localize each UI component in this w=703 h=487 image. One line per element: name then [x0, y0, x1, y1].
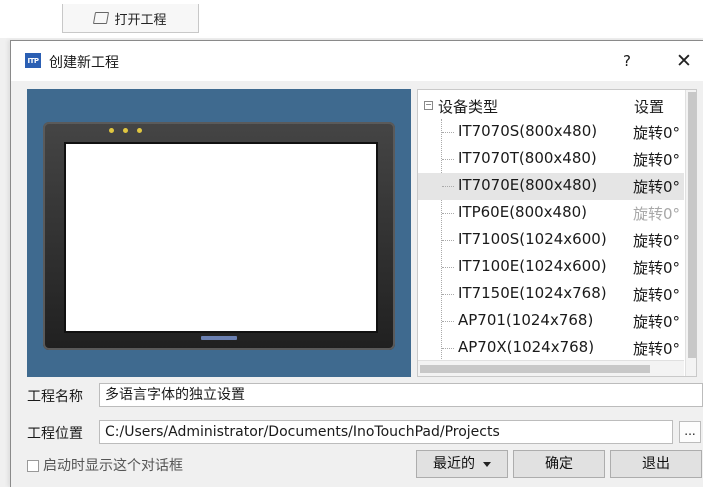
parent-window-toolbar: 打开工程: [0, 0, 703, 38]
recent-button[interactable]: 最近的: [416, 450, 508, 478]
device-name: AP70X(1024x768): [458, 338, 595, 356]
device-rotation: 旋转0°: [633, 286, 681, 304]
ok-button[interactable]: 确定: [513, 450, 605, 478]
tree-root[interactable]: − 设备类型 设置: [418, 92, 684, 119]
create-project-dialog: ITP 创建新工程 ? ✕ − 设备类型 设置 IT7070S(800x480)…: [10, 40, 703, 487]
dialog-title: 创建新工程: [49, 55, 119, 71]
column-header-type: 设备类型: [438, 98, 499, 116]
device-rotation: 旋转0°: [633, 313, 681, 331]
help-button[interactable]: ?: [615, 50, 639, 72]
device-row[interactable]: ITP60E(800x480) 旋转0°: [418, 200, 684, 227]
scroll-thumb[interactable]: [420, 365, 650, 373]
device-name: IT7070E(800x480): [458, 176, 598, 194]
project-location-label: 工程位置: [27, 426, 83, 442]
vertical-scrollbar[interactable]: [685, 90, 696, 376]
status-led-icon: [123, 128, 128, 133]
show-on-start-checkbox[interactable]: [27, 460, 39, 472]
device-rotation: 旋转0°: [633, 205, 681, 223]
brand-logo: [201, 336, 237, 340]
folder-icon: [93, 12, 110, 24]
device-rotation: 旋转0°: [633, 259, 681, 277]
hmi-screen: [64, 142, 378, 333]
tree-branch: [442, 132, 454, 133]
tree-branch: [442, 240, 454, 241]
device-name: ITP60E(800x480): [458, 203, 588, 221]
device-rotation: 旋转0°: [633, 151, 681, 169]
device-row[interactable]: AP701(1024x768) 旋转0°: [418, 308, 684, 335]
device-row[interactable]: IT7070E(800x480) 旋转0°: [418, 173, 684, 200]
device-rotation: 旋转0°: [633, 340, 681, 358]
horizontal-scrollbar[interactable]: [418, 360, 684, 376]
device-row[interactable]: IT7070T(800x480) 旋转0°: [418, 146, 684, 173]
chevron-down-icon: [483, 461, 491, 467]
title-bar: ITP 创建新工程 ? ✕: [11, 41, 703, 81]
device-row[interactable]: IT7100S(1024x600) 旋转0°: [418, 227, 684, 254]
device-rotation: 旋转0°: [633, 178, 681, 196]
hmi-device-image: [43, 122, 395, 350]
app-logo-icon: ITP: [25, 53, 41, 68]
device-row[interactable]: IT7070S(800x480) 旋转0°: [418, 119, 684, 146]
device-name: IT7070T(800x480): [458, 149, 597, 167]
tree-branch: [442, 294, 454, 295]
device-type-list: − 设备类型 设置 IT7070S(800x480) 旋转0° IT7070T(80…: [417, 89, 697, 377]
tree-branch: [442, 186, 454, 187]
device-rotation: 旋转0°: [633, 124, 681, 142]
tree-branch: [442, 267, 454, 268]
project-name-input[interactable]: 多语言字体的独立设置: [99, 383, 703, 407]
device-name: IT7100S(1024x600): [458, 230, 607, 248]
device-name: IT7150E(1024x768): [458, 284, 607, 302]
browse-button[interactable]: ...: [679, 421, 701, 443]
device-name: AP701(1024x768): [458, 311, 594, 329]
collapse-icon[interactable]: −: [424, 101, 433, 110]
device-rotation: 旋转0°: [633, 232, 681, 250]
exit-button[interactable]: 退出: [610, 450, 702, 478]
project-location-input[interactable]: C:/Users/Administrator/Documents/InoTouc…: [99, 420, 673, 444]
device-name: IT7100E(1024x600): [458, 257, 607, 275]
device-row[interactable]: IT7100E(1024x600) 旋转0°: [418, 254, 684, 281]
tree-branch: [442, 213, 454, 214]
recent-label: 最近的: [433, 456, 475, 472]
close-button[interactable]: ✕: [669, 48, 699, 74]
project-name-label: 工程名称: [27, 389, 83, 405]
tree-branch: [442, 321, 454, 322]
device-preview: [27, 89, 411, 377]
tree-branch: [442, 348, 454, 349]
open-project-label: 打开工程: [114, 12, 167, 28]
device-row[interactable]: AP70X(1024x768) 旋转0°: [418, 335, 684, 362]
status-led-icon: [109, 128, 114, 133]
status-led-icon: [137, 128, 142, 133]
open-project-button[interactable]: 打开工程: [62, 4, 199, 33]
device-row[interactable]: IT7150E(1024x768) 旋转0°: [418, 281, 684, 308]
device-name: IT7070S(800x480): [458, 122, 598, 140]
column-header-setting: 设置: [634, 98, 665, 116]
show-on-start-label: 启动时显示这个对话框: [43, 458, 183, 474]
scroll-thumb[interactable]: [688, 92, 696, 358]
tree-branch: [442, 159, 454, 160]
